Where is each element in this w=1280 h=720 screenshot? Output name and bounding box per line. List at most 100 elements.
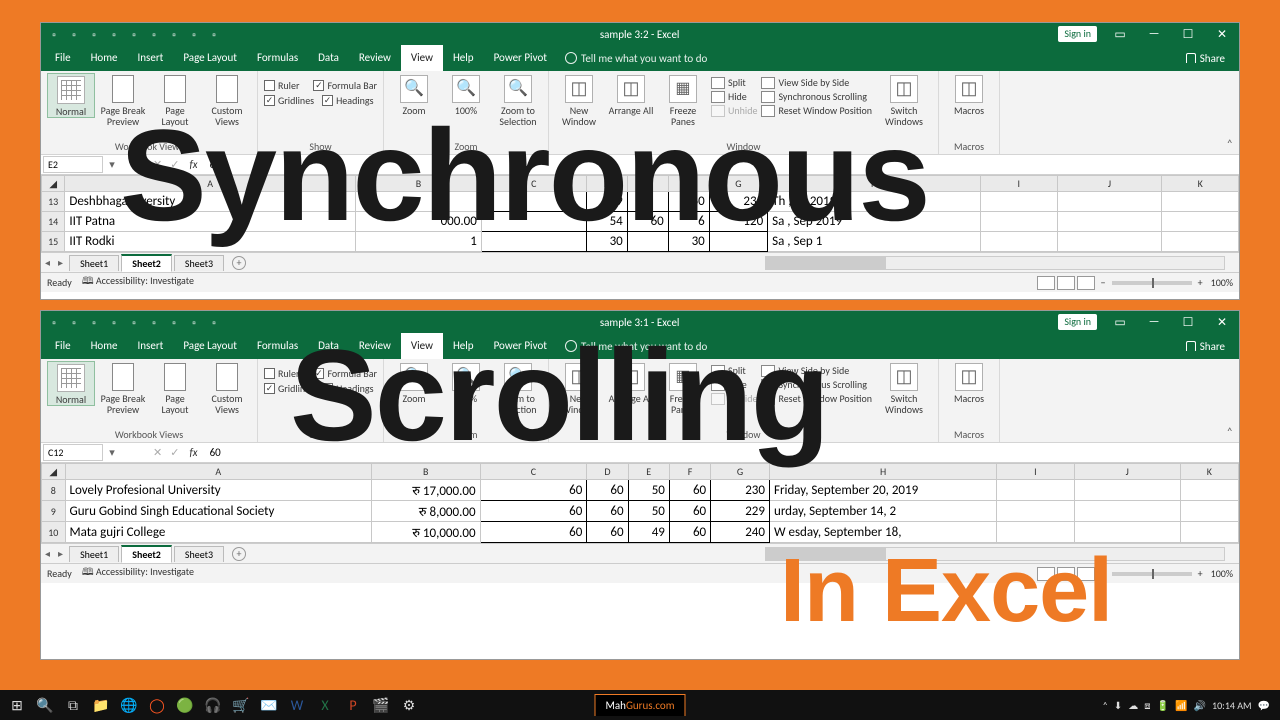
gridlines-checkbox[interactable]: ✓Gridlines [264, 382, 314, 395]
page-layout-button[interactable]: Page Layout [151, 73, 199, 127]
cell[interactable]: IIT Patna [65, 212, 356, 232]
cell[interactable]: W esday, September 18, [769, 522, 996, 543]
name-box-dropdown-icon[interactable]: ▾ [105, 158, 119, 171]
page-break-view-icon[interactable] [1077, 276, 1095, 290]
word-icon[interactable]: W [284, 692, 310, 718]
arrange-all-button[interactable]: Arrange All [607, 361, 655, 404]
tab-insert[interactable]: Insert [128, 45, 174, 71]
col-header-D[interactable]: D [587, 464, 628, 480]
sheet-nav-next-icon[interactable]: ▸ [54, 547, 67, 560]
custom-views-button[interactable]: Custom Views [203, 73, 251, 127]
cell[interactable]: 60 [587, 480, 628, 501]
tab-help[interactable]: Help [443, 45, 484, 71]
tell-me[interactable]: Tell me what you want to do [565, 52, 707, 65]
cell[interactable] [1074, 522, 1180, 543]
close-button[interactable]: ✕ [1205, 311, 1239, 333]
fx-icon[interactable]: fx [183, 158, 203, 171]
row-header[interactable]: 15 [42, 232, 65, 252]
cell[interactable]: 1 [356, 232, 482, 252]
freeze-panes-button[interactable]: Freeze Panes [659, 73, 707, 127]
zoom-slider[interactable] [1112, 572, 1192, 576]
sheet-tab-sheet2[interactable]: Sheet2 [121, 254, 172, 272]
ribbon-options-icon[interactable]: ▭ [1103, 311, 1137, 333]
cell[interactable] [481, 212, 586, 232]
tab-power-pivot[interactable]: Power Pivot [484, 333, 557, 359]
col-header-H[interactable]: H [769, 464, 996, 480]
cancel-icon[interactable]: ✕ [149, 158, 166, 171]
system-tray[interactable]: ˄ ⬇ ☁ ⧈ 🔋 📶 🔊 10:14 AM 💬 [1103, 699, 1277, 712]
new-window-button[interactable]: New Window [555, 361, 603, 415]
headings-checkbox[interactable]: ✓Headings [322, 94, 373, 107]
page-layout-button[interactable]: Page Layout [151, 361, 199, 415]
tell-me[interactable]: Tell me what you want to do [565, 340, 707, 353]
formula-bar-checkbox[interactable]: ✓Formula Bar [313, 79, 377, 92]
col-header-I[interactable]: I [997, 464, 1074, 480]
horizontal-scrollbar[interactable] [765, 547, 1225, 561]
col-header-F[interactable]: F [669, 464, 710, 480]
zoom-level[interactable]: 100% [1211, 276, 1233, 289]
table-row[interactable]: 8Lovely Profesional Universityरु 17,000.… [42, 480, 1239, 501]
tab-review[interactable]: Review [349, 45, 401, 71]
cell[interactable] [981, 232, 1057, 252]
chart-icon[interactable]: ▫ [207, 315, 221, 329]
reset-window-position-button[interactable]: Reset Window Position [761, 104, 872, 117]
cell[interactable] [1162, 192, 1239, 212]
tab-power-pivot[interactable]: Power Pivot [484, 45, 557, 71]
cell[interactable]: urday, September 14, 2 [769, 501, 996, 522]
filter-icon[interactable]: ▫ [187, 315, 201, 329]
zoom-in-icon[interactable]: + [1198, 567, 1203, 580]
cell[interactable] [1162, 232, 1239, 252]
name-box[interactable]: C12 [43, 444, 103, 461]
tab-file[interactable]: File [45, 45, 81, 71]
app-icon[interactable]: ✉️ [256, 692, 282, 718]
cell[interactable]: Guru Gobind Singh Educational Society [65, 501, 371, 522]
zoom-button[interactable]: Zoom [390, 73, 438, 116]
cell[interactable]: 230 [711, 480, 770, 501]
row-header[interactable]: 9 [42, 501, 66, 522]
sign-in-button[interactable]: Sign in [1058, 314, 1097, 330]
table-row[interactable]: 13Deshbhaga niversity5960234Th , Se 2019 [42, 192, 1239, 212]
redo-icon[interactable]: ▫ [87, 315, 101, 329]
minimize-button[interactable]: — [1137, 311, 1171, 333]
normal-button[interactable]: Normal [47, 73, 95, 118]
app-icon[interactable]: 🎬 [368, 692, 394, 718]
zoom-out-icon[interactable]: − [1101, 567, 1106, 580]
unhide-button[interactable]: Unhide [711, 104, 757, 117]
fx-icon[interactable]: fx [183, 446, 203, 459]
cell[interactable]: 234 [709, 192, 767, 212]
cell[interactable] [997, 522, 1074, 543]
sheet-tab-sheet2[interactable]: Sheet2 [121, 545, 172, 563]
collapse-ribbon-icon[interactable]: ˄ [1227, 138, 1233, 152]
spreadsheet-grid[interactable]: ◢ABCDEFGHIJK13Deshbhaga niversity5960234… [41, 175, 1239, 252]
undo-icon[interactable]: ▫ [67, 315, 81, 329]
formula-input[interactable]: 60 [204, 158, 227, 171]
row-header[interactable]: 13 [42, 192, 65, 212]
col-header-A[interactable]: A [65, 464, 371, 480]
col-header-E[interactable]: E [628, 464, 669, 480]
open-icon[interactable]: ▫ [107, 27, 121, 41]
zoom-out-icon[interactable]: − [1101, 276, 1106, 289]
cell[interactable] [1074, 501, 1180, 522]
cell[interactable]: 120 [709, 212, 767, 232]
arrange-all-button[interactable]: Arrange All [607, 73, 655, 116]
cell[interactable] [997, 480, 1074, 501]
tab-data[interactable]: Data [308, 333, 349, 359]
zoom-100-button[interactable]: 100% [442, 73, 490, 116]
cell[interactable]: 50 [628, 480, 669, 501]
tab-formulas[interactable]: Formulas [247, 45, 308, 71]
row-header[interactable]: 10 [42, 522, 66, 543]
col-header-H[interactable]: H [768, 176, 981, 192]
page-break-button[interactable]: Page Break Preview [99, 73, 147, 127]
cell[interactable]: 60 [668, 192, 709, 212]
normal-view-icon[interactable] [1037, 567, 1055, 581]
new-sheet-button[interactable]: + [232, 547, 246, 561]
share-button[interactable]: Share [1186, 52, 1235, 65]
cell[interactable]: 30 [668, 232, 709, 252]
sheet-tab-sheet1[interactable]: Sheet1 [69, 546, 119, 562]
enter-icon[interactable]: ✓ [166, 158, 183, 171]
tab-data[interactable]: Data [308, 45, 349, 71]
tab-home[interactable]: Home [81, 333, 128, 359]
tab-insert[interactable]: Insert [128, 333, 174, 359]
app-icon[interactable]: 🌐 [116, 692, 142, 718]
cell[interactable] [1180, 501, 1238, 522]
